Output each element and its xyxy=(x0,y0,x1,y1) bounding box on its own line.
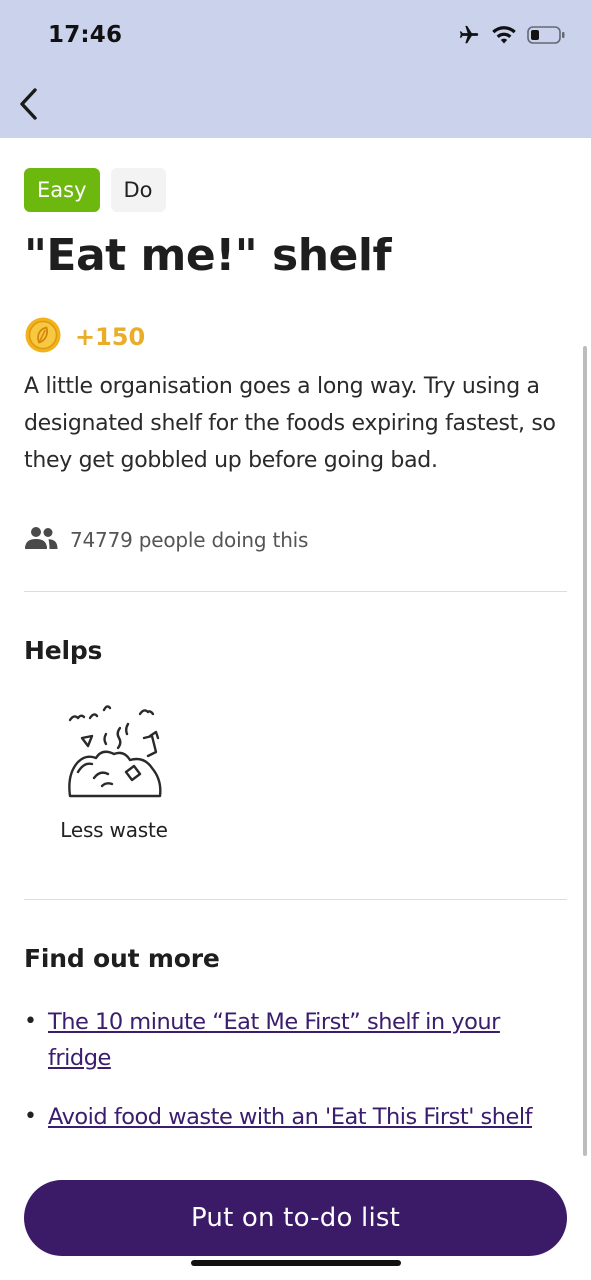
battery-icon xyxy=(527,25,565,45)
points-row: +150 xyxy=(24,316,145,358)
find-out-more-heading: Find out more xyxy=(24,944,220,973)
airplane-icon xyxy=(457,24,481,46)
participants-count: 74779 people doing this xyxy=(70,528,309,552)
difficulty-tag: Easy xyxy=(24,168,100,212)
participants-row: 74779 people doing this xyxy=(24,526,308,554)
resource-link[interactable]: Avoid food waste with an 'Eat This First… xyxy=(48,1099,533,1135)
chevron-left-icon xyxy=(16,86,40,126)
home-indicator xyxy=(191,1260,401,1266)
status-time: 17:46 xyxy=(48,22,123,48)
helps-heading: Helps xyxy=(24,636,103,665)
points-value: +150 xyxy=(75,323,146,351)
type-tag: Do xyxy=(110,168,166,212)
helps-item-label: Less waste xyxy=(60,818,168,842)
helps-item-less-waste: Less waste xyxy=(44,702,184,842)
waste-pile-icon xyxy=(64,702,164,804)
list-item: • Avoid food waste with an 'Eat This Fir… xyxy=(24,1099,569,1135)
resource-links: • The 10 minute “Eat Me First” shelf in … xyxy=(24,1004,569,1158)
people-icon xyxy=(24,526,58,554)
wifi-icon xyxy=(491,25,517,45)
tag-row: Easy Do xyxy=(24,168,166,212)
status-icons xyxy=(457,24,565,46)
bullet: • xyxy=(24,1009,37,1034)
resource-link[interactable]: The 10 minute “Eat Me First” shelf in yo… xyxy=(48,1004,569,1076)
section-divider xyxy=(24,899,567,900)
add-to-todo-button[interactable]: Put on to-do list xyxy=(24,1180,567,1256)
coin-icon xyxy=(24,316,62,358)
section-divider xyxy=(24,591,567,592)
nav-bar xyxy=(0,76,591,138)
task-detail: Easy Do "Eat me!" shelf +150 A little or… xyxy=(0,138,591,1280)
page-title: "Eat me!" shelf xyxy=(24,230,392,281)
scrollbar[interactable] xyxy=(583,346,587,1156)
task-description: A little organisation goes a long way. T… xyxy=(24,374,556,473)
list-item: • The 10 minute “Eat Me First” shelf in … xyxy=(24,1004,569,1076)
bullet: • xyxy=(24,1104,37,1129)
back-button[interactable] xyxy=(8,84,48,128)
status-bar: 17:46 xyxy=(0,0,591,76)
